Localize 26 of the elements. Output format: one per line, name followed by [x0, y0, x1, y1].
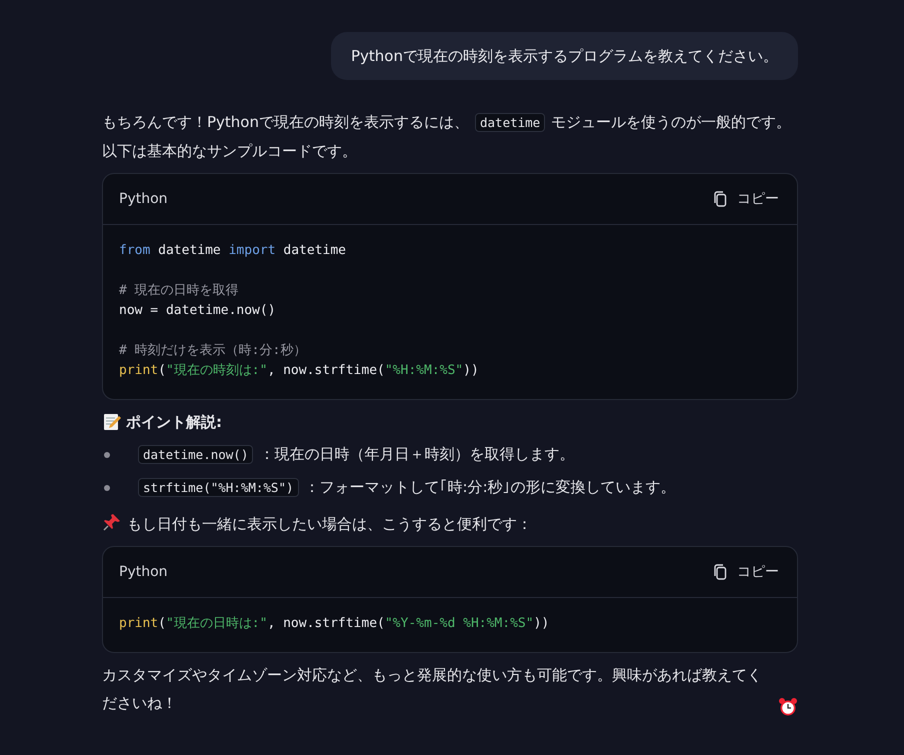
alarm-clock-icon [778, 697, 798, 717]
bullet-icon [104, 452, 110, 458]
code-language: Python [119, 564, 168, 580]
inline-code: datetime.now() [138, 445, 254, 464]
bullet-icon [104, 484, 110, 490]
copy-icon [713, 191, 727, 207]
copy-icon [713, 564, 727, 580]
message-text: ポイント解説: [126, 412, 222, 433]
message-text: カスタマイズやタイムゾーン対応など、もっと発展的な使い方も可能です。興味があれば教えてくださいね！ [102, 665, 763, 714]
copy-button[interactable]: コピー [713, 190, 779, 208]
user-message: Pythonで現在の時刻を表示するプログラムを教えてください。 [331, 32, 798, 80]
pushpin-icon [102, 512, 122, 532]
code-line: # 時刻だけを表示（時:分:秒） [119, 342, 308, 360]
message-text: もちろんです！Pythonで現在の時刻を表示するには、 datetime モジュールを使うのが一般的です。以下は基本的なサンプルコードです。 [102, 112, 792, 162]
message-text: もし日付も一緒に表示したい場合は、こうすると便利です： [126, 515, 532, 533]
copy-button[interactable]: コピー [713, 563, 779, 581]
code-line: print("現在の日時は:", now.strftime("%Y-%m-%d %H:%M:%S")) [119, 615, 550, 633]
code-line: now = datetime.now() [119, 302, 277, 320]
message-text: ：フォーマットして｢時:分:秒｣の形に変換しています。 [304, 478, 676, 496]
code-line: print("現在の時刻は:", now.strftime("%H:%M:%S")) [119, 362, 480, 380]
code-line: from datetime import datetime [119, 242, 348, 260]
inline-code: strftime("%H:%M:%S") [138, 478, 299, 497]
code-line: # 現在の日時を取得 [119, 282, 240, 300]
code-language: Python [119, 191, 168, 207]
message-text: ：現在の日時（年月日＋時刻）を取得します。 [259, 445, 574, 463]
memo-icon [102, 412, 122, 432]
